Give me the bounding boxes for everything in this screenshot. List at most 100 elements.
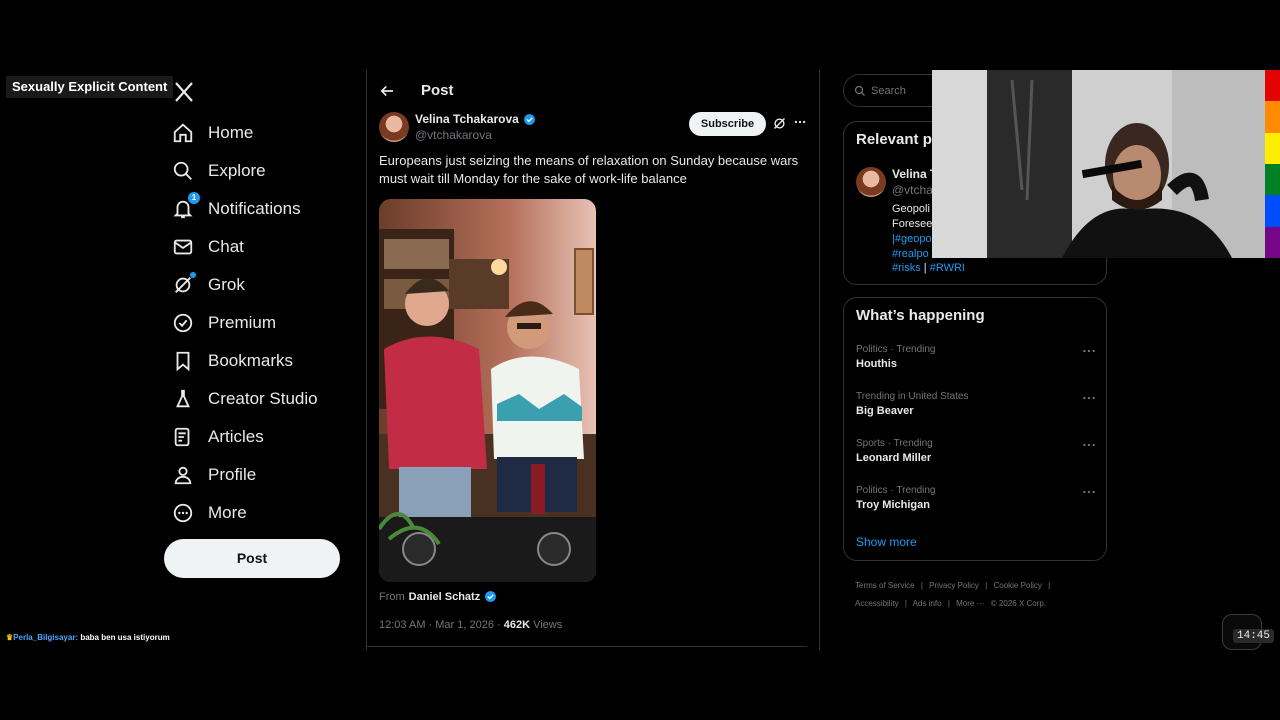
chat-text: baba ben usa istiyorum [78, 633, 170, 642]
hashtag-link[interactable]: #RWRI [930, 262, 965, 274]
nav-explore[interactable]: Explore [164, 152, 364, 190]
author-name[interactable]: Velina Tchakarova [415, 112, 536, 126]
trend-item[interactable]: Politics · Trending Troy Michigan [856, 485, 1096, 511]
more-options-icon[interactable] [1082, 393, 1096, 403]
relevant-people-title: Relevant p [856, 131, 932, 148]
more-options-icon[interactable] [793, 115, 807, 129]
trend-category: Trending in United States [856, 391, 969, 402]
webcam-image [932, 70, 1265, 258]
footer-copyright: © 2026 X Corp. [990, 599, 1047, 608]
mail-icon [173, 239, 193, 255]
verified-icon [523, 113, 535, 125]
footer-separator: | [904, 599, 907, 608]
nav-grok[interactable]: Grok [164, 266, 364, 304]
search-icon [854, 85, 865, 96]
page-title: Post [421, 82, 454, 99]
nav-chat[interactable]: Chat [164, 228, 364, 266]
more-circle-icon [173, 503, 193, 523]
nav-more[interactable]: More [164, 494, 364, 532]
relevant-handle[interactable]: @vtchal [892, 183, 936, 197]
trend-name: Leonard Miller [856, 452, 932, 464]
nav-premium[interactable]: Premium [164, 304, 364, 342]
more-options-icon[interactable] [1082, 346, 1096, 356]
nav-creator-studio-label: Creator Studio [208, 389, 318, 408]
post-divider [367, 646, 807, 647]
nav-articles[interactable]: Articles [164, 418, 364, 456]
grok-icon[interactable] [772, 116, 787, 131]
notification-badge: 1 [188, 192, 200, 204]
flask-icon [176, 389, 190, 408]
footer-separator: | [920, 581, 923, 590]
column-divider-left [366, 70, 367, 650]
nav-chat-label: Chat [208, 237, 244, 256]
stream-chat-message: ♛Perla_Bilgisayar: baba ben usa istiyoru… [6, 633, 170, 642]
post-meta: 12:03 AM · Mar 1, 2026 · 462K Views [379, 619, 562, 631]
nav-notifications[interactable]: 1 Notifications [164, 190, 364, 228]
post-timestamp[interactable]: 12:03 AM · Mar 1, 2026 · [379, 619, 504, 631]
trend-category: Sports · Trending [856, 438, 933, 449]
relevant-avatar[interactable] [856, 167, 886, 197]
footer-link-privacy[interactable]: Privacy Policy [929, 581, 979, 590]
column-divider-right [819, 70, 820, 650]
from-author-link[interactable]: Daniel Schatz [409, 591, 481, 603]
nav-profile[interactable]: Profile [164, 456, 364, 494]
footer-link-ads[interactable]: Ads info [913, 599, 942, 608]
trend-name: Big Beaver [856, 405, 914, 417]
nav-creator-studio[interactable]: Creator Studio [164, 380, 364, 418]
footer-link-accessibility[interactable]: Accessibility [855, 599, 899, 608]
nav-bookmarks[interactable]: Bookmarks [164, 342, 364, 380]
footer-separator: | [1048, 581, 1051, 590]
pride-flag-strip [1265, 70, 1280, 258]
footer-separator: | [985, 581, 988, 590]
trend-name: Houthis [856, 358, 897, 370]
webcam-overlay [932, 70, 1265, 258]
view-count: 462K [503, 619, 531, 631]
footer-link-more[interactable]: More ··· [956, 599, 984, 608]
footer-links: Terms of Service | Privacy Policy | Cook… [855, 577, 1105, 613]
more-options-icon[interactable] [1082, 487, 1096, 497]
x-logo-icon[interactable] [172, 80, 196, 104]
post-text: Europeans just seizing the means of rela… [379, 153, 799, 186]
nav-bookmarks-label: Bookmarks [208, 351, 294, 370]
trend-category: Politics · Trending [856, 485, 936, 496]
subscribe-button[interactable]: Subscribe [689, 112, 766, 136]
post-video[interactable] [379, 199, 596, 582]
grok-dot [190, 272, 196, 278]
back-arrow-icon[interactable] [378, 82, 396, 100]
author-handle[interactable]: @vtchakarova [415, 128, 492, 142]
premium-icon [173, 313, 193, 333]
footer-link-cookies[interactable]: Cookie Policy [993, 581, 1041, 590]
relevant-tags: #risks | #RWRI [892, 262, 965, 274]
trend-item[interactable]: Politics · Trending Houthis [856, 344, 1096, 370]
trend-category: Politics · Trending [856, 344, 936, 355]
post-button[interactable]: Post [164, 539, 340, 578]
video-frame-image [379, 199, 596, 582]
hashtag-link[interactable]: #risks [892, 262, 921, 274]
author-name-text: Velina Tchakarova [415, 112, 519, 126]
more-options-icon[interactable] [1082, 440, 1096, 450]
nav-notifications-label: Notifications [208, 199, 301, 218]
relevant-name[interactable]: Velina T [892, 167, 937, 181]
bookmark-icon [176, 351, 190, 372]
author-avatar[interactable] [379, 112, 409, 142]
show-more-link[interactable]: Show more [856, 535, 917, 549]
footer-separator: | [947, 599, 950, 608]
trends-title: What’s happening [856, 307, 985, 324]
trend-item[interactable]: Trending in United States Big Beaver [856, 391, 1096, 417]
nav-more-label: More [208, 503, 247, 522]
trends-card: What’s happening Politics · Trending Hou… [843, 297, 1107, 561]
video-attribution: From Daniel Schatz [379, 590, 497, 603]
trend-item[interactable]: Sports · Trending Leonard Miller [856, 438, 1096, 464]
trend-name: Troy Michigan [856, 499, 930, 511]
from-prefix: From [379, 590, 405, 603]
nav-home[interactable]: Home [164, 114, 364, 152]
nav-home-label: Home [208, 123, 254, 142]
person-icon [174, 466, 192, 485]
search-icon [173, 161, 192, 180]
main-nav: Home Explore 1 Notifications Chat Grok P… [164, 114, 364, 532]
nav-profile-label: Profile [208, 465, 257, 484]
footer-link-terms[interactable]: Terms of Service [855, 581, 915, 590]
nav-articles-label: Articles [208, 427, 264, 446]
content-warning-label: Sexually Explicit Content [6, 76, 174, 98]
home-icon [173, 123, 193, 143]
